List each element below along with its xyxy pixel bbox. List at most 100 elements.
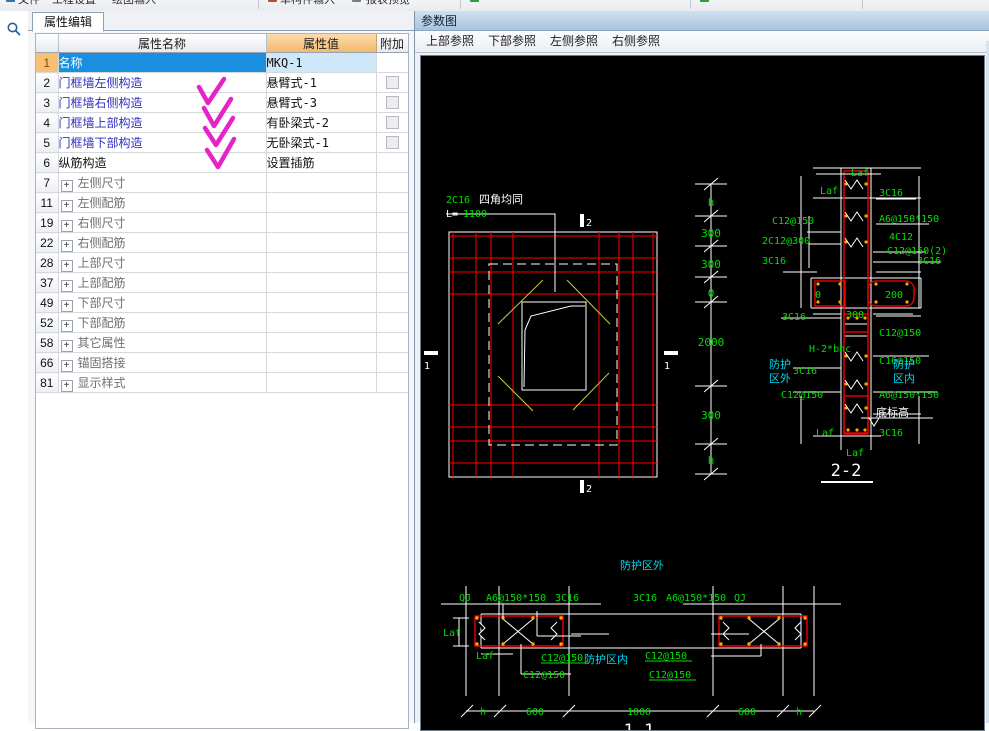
table-row[interactable]: 49 + 下部尺寸 [36, 292, 408, 313]
property-name-cell[interactable]: + 右侧尺寸 [58, 212, 267, 233]
property-value-cell[interactable] [266, 332, 377, 353]
property-name-cell[interactable]: 门框墙下部构造 [58, 132, 267, 153]
expander-icon[interactable]: + [60, 179, 73, 192]
property-name-cell[interactable]: + 下部配筋 [58, 312, 267, 333]
property-extra-cell[interactable] [376, 92, 408, 113]
property-name-cell[interactable]: + 其它属性 [58, 332, 267, 353]
property-name-cell[interactable]: 纵筋构造 [58, 152, 267, 173]
property-value-cell[interactable] [266, 232, 377, 253]
table-row[interactable]: 5 门框墙下部构造 无卧梁式-1 [36, 132, 408, 153]
expander-icon[interactable]: + [60, 339, 73, 352]
property-extra-cell[interactable] [376, 252, 408, 273]
table-row[interactable]: 37 + 上部配筋 [36, 272, 408, 293]
toolbar-icon-4[interactable] [470, 0, 479, 2]
property-name-cell[interactable]: + 左侧尺寸 [58, 172, 267, 193]
attach-checkbox[interactable] [385, 75, 399, 89]
expander-icon[interactable]: + [60, 199, 73, 212]
expander-icon[interactable]: + [60, 379, 73, 392]
table-row[interactable]: 22 + 右侧配筋 [36, 232, 408, 253]
table-row[interactable]: 28 + 上部尺寸 [36, 252, 408, 273]
property-name-cell[interactable]: + 上部配筋 [58, 272, 267, 293]
property-value-cell[interactable] [266, 352, 377, 373]
menu-item-right-ref[interactable]: 右侧参照 [607, 33, 665, 50]
property-extra-cell[interactable] [376, 112, 408, 133]
attach-checkbox[interactable] [385, 115, 399, 129]
menu-item-left-ref[interactable]: 左侧参照 [545, 33, 603, 50]
table-row[interactable]: 4 门框墙上部构造 有卧梁式-2 [36, 112, 408, 133]
property-name-cell[interactable]: + 右侧配筋 [58, 232, 267, 253]
toolbar-icon-1[interactable] [6, 0, 15, 2]
table-row[interactable]: 11 + 左侧配筋 [36, 192, 408, 213]
cad-drawing-canvas[interactable]: 2C16 四角均同 L= 1100 2 2 1 1 h 300 300 0 20… [420, 55, 985, 731]
expander-icon[interactable]: + [60, 279, 73, 292]
tab-property-editor[interactable]: 属性编辑 [32, 12, 105, 32]
expander-icon[interactable]: + [60, 259, 73, 272]
property-name-cell[interactable]: + 下部尺寸 [58, 292, 267, 313]
expander-icon[interactable]: + [60, 239, 73, 252]
property-value-cell[interactable] [266, 372, 377, 393]
property-name-cell[interactable]: 名称 [58, 52, 267, 73]
property-value-cell[interactable]: 悬臂式-1 [266, 72, 377, 93]
table-row[interactable]: 1 名称 MKQ-1 [36, 52, 408, 73]
property-value-cell[interactable]: MKQ-1 [266, 52, 377, 73]
property-extra-cell[interactable] [376, 212, 408, 233]
table-row[interactable]: 6 纵筋构造 设置插筋 [36, 152, 408, 173]
table-row[interactable]: 19 + 右侧尺寸 [36, 212, 408, 233]
property-value-cell[interactable] [266, 292, 377, 313]
toolbar-icon-5[interactable] [700, 0, 709, 2]
property-name-cell[interactable]: + 上部尺寸 [58, 252, 267, 273]
table-row[interactable]: 81 + 显示样式 [36, 372, 408, 393]
property-extra-cell[interactable] [376, 172, 408, 193]
property-value-cell[interactable]: 悬臂式-3 [266, 92, 377, 113]
property-value-cell[interactable] [266, 212, 377, 233]
expander-icon[interactable]: + [60, 319, 73, 332]
toolbar-item-2[interactable]: 绘图输入 [112, 0, 156, 7]
toolbar-item-3[interactable]: 单构件输入 [280, 0, 335, 7]
property-extra-cell[interactable] [376, 312, 408, 333]
menu-item-bottom-ref[interactable]: 下部参照 [483, 33, 541, 50]
menu-item-top-ref[interactable]: 上部参照 [421, 33, 479, 50]
property-extra-cell[interactable] [376, 352, 408, 373]
expander-icon[interactable]: + [60, 359, 73, 372]
property-value-cell[interactable]: 有卧梁式-2 [266, 112, 377, 133]
toolbar-icon-2[interactable] [268, 0, 277, 2]
col-header-value[interactable]: 属性值 [266, 34, 377, 53]
attach-checkbox[interactable] [385, 135, 399, 149]
toolbar-item-0[interactable]: 文件 [18, 0, 40, 7]
col-header-name[interactable]: 属性名称 [58, 34, 267, 53]
property-extra-cell[interactable] [376, 72, 408, 93]
property-value-cell[interactable] [266, 192, 377, 213]
property-value-cell[interactable] [266, 272, 377, 293]
toolbar-icon-3[interactable] [352, 0, 361, 2]
expander-icon[interactable]: + [60, 219, 73, 232]
property-grid[interactable]: 属性名称 属性值 附加 1 名称 MKQ-1 2 门框墙左侧构造 悬臂式-1 3 门框墙右侧构… [35, 33, 409, 729]
property-extra-cell[interactable] [376, 292, 408, 313]
property-value-cell[interactable]: 设置插筋 [266, 152, 377, 173]
property-value-cell[interactable] [266, 312, 377, 333]
table-row[interactable]: 7 + 左侧尺寸 [36, 172, 408, 193]
property-value-cell[interactable]: 无卧梁式-1 [266, 132, 377, 153]
property-extra-cell[interactable] [376, 332, 408, 353]
property-name-cell[interactable]: 门框墙左侧构造 [58, 72, 267, 93]
property-extra-cell[interactable] [376, 232, 408, 253]
table-row[interactable]: 58 + 其它属性 [36, 332, 408, 353]
property-name-cell[interactable]: + 锚固搭接 [58, 352, 267, 373]
property-value-cell[interactable] [266, 172, 377, 193]
property-extra-cell[interactable] [376, 152, 408, 173]
table-row[interactable]: 52 + 下部配筋 [36, 312, 408, 333]
property-name-cell[interactable]: 门框墙上部构造 [58, 112, 267, 133]
property-value-cell[interactable] [266, 252, 377, 273]
expander-icon[interactable]: + [60, 299, 73, 312]
property-extra-cell[interactable] [376, 192, 408, 213]
property-name-cell[interactable]: 门框墙右侧构造 [58, 92, 267, 113]
property-extra-cell[interactable] [376, 132, 408, 153]
property-name-cell[interactable]: + 左侧配筋 [58, 192, 267, 213]
toolbar-item-1[interactable]: 工程设置 [52, 0, 96, 7]
property-extra-cell[interactable] [376, 372, 408, 393]
property-extra-cell[interactable] [376, 52, 408, 73]
property-name-cell[interactable]: + 显示样式 [58, 372, 267, 393]
attach-checkbox[interactable] [385, 95, 399, 109]
property-extra-cell[interactable] [376, 272, 408, 293]
col-header-extra[interactable]: 附加 [376, 34, 408, 53]
table-row[interactable]: 66 + 锚固搭接 [36, 352, 408, 373]
